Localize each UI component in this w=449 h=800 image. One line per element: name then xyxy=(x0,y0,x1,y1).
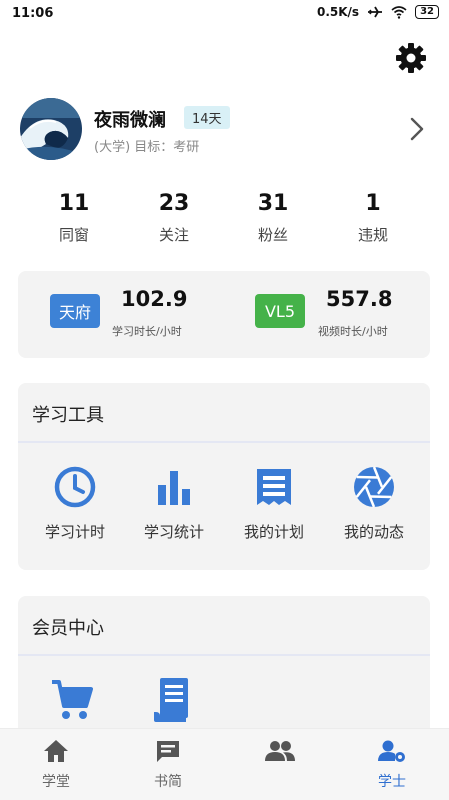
aperture-icon xyxy=(354,466,394,508)
network-speed: 0.5K/s xyxy=(316,5,360,19)
duration-card: 天府 102.9 学习时长/小时 VL5 557.8 视频时长/小时 xyxy=(18,271,430,358)
battery-indicator: 32 xyxy=(415,5,439,19)
stat-value: 31 xyxy=(257,191,289,216)
nav-label: 书简 xyxy=(154,774,182,790)
stat-label: 粉丝 xyxy=(257,226,288,244)
plan-icon xyxy=(257,469,291,505)
stat-followers[interactable]: 31 粉丝 xyxy=(223,190,323,245)
status-indicators: 0.5K/s 32 xyxy=(317,5,439,19)
stat-label: 关注 xyxy=(158,226,189,244)
stat-violations[interactable]: 1 违规 xyxy=(323,190,423,245)
wifi-icon xyxy=(391,6,407,19)
avatar[interactable] xyxy=(20,98,82,160)
divider xyxy=(18,654,430,656)
home-icon xyxy=(44,740,68,762)
user-settings-icon xyxy=(378,740,405,762)
nav-label: 学士 xyxy=(378,774,406,790)
profile-subtitle: (大学) 目标：考研 xyxy=(94,140,200,155)
tool-my-plan[interactable]: 我的计划 xyxy=(224,465,324,542)
tool-label: 学习计时 xyxy=(44,523,105,541)
nav-tab-school[interactable]: 学堂 xyxy=(11,739,101,791)
membership-card: 会员中心 xyxy=(18,596,430,736)
status-time: 11:06 xyxy=(12,6,54,21)
study-tools-card: 学习工具 学习计时 学习统计 我的计划 我的动态 xyxy=(18,383,430,570)
stat-value: 23 xyxy=(158,191,190,216)
stat-label: 同窗 xyxy=(58,226,89,244)
stat-following[interactable]: 23 关注 xyxy=(124,190,224,245)
study-duration-value: 102.9 xyxy=(121,287,188,311)
video-duration-value: 557.8 xyxy=(326,287,393,311)
tool-my-feed[interactable]: 我的动态 xyxy=(324,465,424,542)
cart-icon[interactable] xyxy=(50,678,94,722)
receipt-icon[interactable] xyxy=(150,676,194,724)
video-level-tag: VL5 xyxy=(255,294,305,328)
divider xyxy=(18,441,430,443)
bottom-navigation: 学堂 书简 学士 xyxy=(0,728,449,800)
video-duration-label: 视频时长/小时 xyxy=(318,325,388,338)
message-icon xyxy=(157,741,179,762)
tool-label: 学习统计 xyxy=(143,523,204,541)
tool-label: 我的计划 xyxy=(243,523,304,541)
stat-classmates[interactable]: 11 同窗 xyxy=(24,190,124,245)
nav-label: 学堂 xyxy=(42,774,70,790)
nav-tab-community[interactable] xyxy=(235,739,325,771)
study-duration-label: 学习时长/小时 xyxy=(112,325,182,338)
stat-value: 1 xyxy=(365,191,381,216)
username: 夜雨微澜 xyxy=(94,110,166,131)
stat-value: 11 xyxy=(58,191,90,216)
bar-chart-icon xyxy=(158,471,190,505)
tool-study-timer[interactable]: 学习计时 xyxy=(25,465,125,542)
airplane-icon xyxy=(368,6,383,18)
study-level-tag: 天府 xyxy=(50,294,100,328)
group-icon xyxy=(265,741,295,761)
gear-icon[interactable] xyxy=(395,42,427,74)
study-tools-title: 学习工具 xyxy=(32,405,104,426)
chevron-right-icon[interactable] xyxy=(409,116,425,142)
tool-study-stats[interactable]: 学习统计 xyxy=(124,465,224,542)
nav-tab-letters[interactable]: 书简 xyxy=(123,739,213,791)
days-badge: 14天 xyxy=(184,106,230,129)
clock-icon xyxy=(54,466,96,508)
stat-label: 违规 xyxy=(357,226,388,244)
tool-label: 我的动态 xyxy=(343,523,404,541)
nav-tab-scholar[interactable]: 学士 xyxy=(347,739,437,791)
membership-title: 会员中心 xyxy=(32,618,104,639)
